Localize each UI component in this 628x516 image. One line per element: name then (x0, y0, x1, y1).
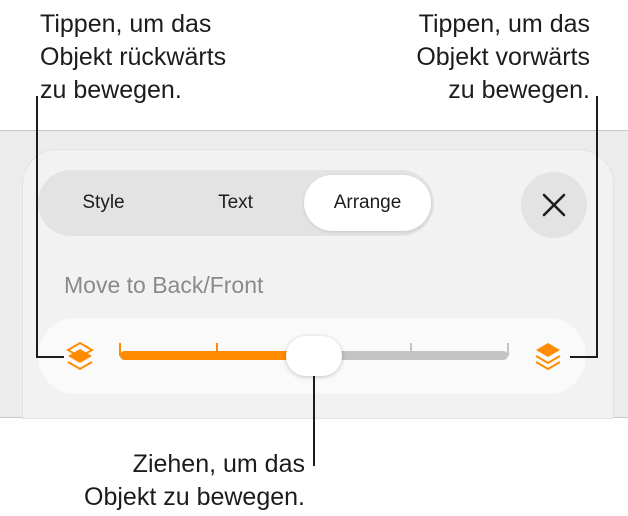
section-label: Move to Back/Front (64, 272, 264, 298)
slider-tick (410, 343, 412, 356)
slider-tick (507, 343, 509, 356)
leader-line-left-foot (36, 356, 64, 358)
format-tabs: Style Text Arrange (38, 170, 434, 236)
slider-thumb[interactable] (286, 336, 342, 376)
tab-arrange[interactable]: Arrange (304, 175, 431, 231)
callout-drag-slider: Ziehen, um das Objekt zu bewegen. (84, 450, 305, 511)
move-backward-button[interactable] (64, 336, 96, 376)
slider-tick (216, 343, 218, 356)
move-backward-layers-icon (66, 341, 94, 371)
move-forward-layers-icon (535, 343, 561, 371)
leader-line-left (36, 96, 38, 358)
callout-move-backward: Tippen, um das Objekt rückwärts zu beweg… (40, 10, 227, 104)
slider-tick (119, 343, 121, 356)
leader-line-right-foot (570, 356, 598, 358)
callout-move-forward: Tippen, um das Objekt vorwärts zu bewege… (416, 10, 590, 104)
tab-style[interactable]: Style (40, 175, 167, 231)
leader-line-bottom (313, 376, 315, 466)
move-forward-button[interactable] (532, 336, 564, 376)
leader-line-right (596, 96, 598, 358)
tab-text[interactable]: Text (172, 175, 299, 231)
close-icon (542, 193, 566, 217)
close-button[interactable] (521, 172, 587, 238)
